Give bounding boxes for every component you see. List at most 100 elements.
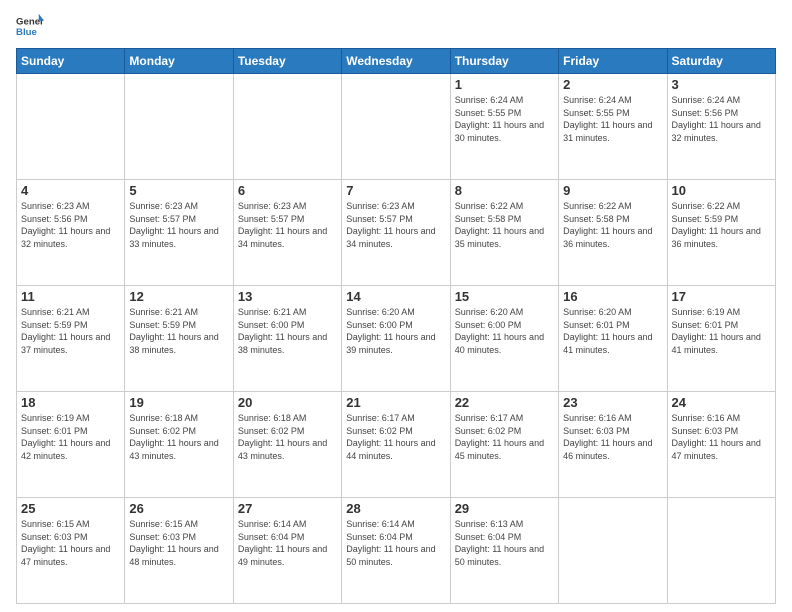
day-number: 26: [129, 501, 228, 516]
day-cell: 15 Sunrise: 6:20 AM Sunset: 6:00 PM Dayli…: [450, 286, 558, 392]
weekday-wednesday: Wednesday: [342, 49, 450, 74]
header: General Blue: [16, 12, 776, 40]
day-info: Sunrise: 6:20 AM Sunset: 6:01 PM Dayligh…: [563, 306, 662, 356]
day-number: 15: [455, 289, 554, 304]
day-cell: 9 Sunrise: 6:22 AM Sunset: 5:58 PM Daylig…: [559, 180, 667, 286]
day-cell: [342, 74, 450, 180]
day-number: 18: [21, 395, 120, 410]
day-number: 4: [21, 183, 120, 198]
weekday-friday: Friday: [559, 49, 667, 74]
day-cell: 11 Sunrise: 6:21 AM Sunset: 5:59 PM Dayli…: [17, 286, 125, 392]
day-info: Sunrise: 6:22 AM Sunset: 5:58 PM Dayligh…: [455, 200, 554, 250]
day-cell: 28 Sunrise: 6:14 AM Sunset: 6:04 PM Dayli…: [342, 498, 450, 604]
day-cell: 23 Sunrise: 6:16 AM Sunset: 6:03 PM Dayli…: [559, 392, 667, 498]
day-number: 2: [563, 77, 662, 92]
day-cell: 22 Sunrise: 6:17 AM Sunset: 6:02 PM Dayli…: [450, 392, 558, 498]
week-row-2: 4Sunrise: 6:23 AM Sunset: 5:56 PM Daylig…: [17, 180, 776, 286]
day-info: Sunrise: 6:17 AM Sunset: 6:02 PM Dayligh…: [346, 412, 445, 462]
day-cell: 20 Sunrise: 6:18 AM Sunset: 6:02 PM Dayli…: [233, 392, 341, 498]
day-number: 1: [455, 77, 554, 92]
day-number: 12: [129, 289, 228, 304]
day-info: Sunrise: 6:18 AM Sunset: 6:02 PM Dayligh…: [129, 412, 228, 462]
calendar-table: SundayMondayTuesdayWednesdayThursdayFrid…: [16, 48, 776, 604]
day-number: 27: [238, 501, 337, 516]
day-cell: 5 Sunrise: 6:23 AM Sunset: 5:57 PM Daylig…: [125, 180, 233, 286]
day-info: Sunrise: 6:15 AM Sunset: 6:03 PM Dayligh…: [129, 518, 228, 568]
day-info: Sunrise: 6:17 AM Sunset: 6:02 PM Dayligh…: [455, 412, 554, 462]
day-info: Sunrise: 6:24 AM Sunset: 5:55 PM Dayligh…: [563, 94, 662, 144]
day-cell: 24 Sunrise: 6:16 AM Sunset: 6:03 PM Dayli…: [667, 392, 775, 498]
day-info: Sunrise: 6:22 AM Sunset: 5:59 PM Dayligh…: [672, 200, 771, 250]
logo-icon: General Blue: [16, 12, 44, 40]
day-number: 6: [238, 183, 337, 198]
day-cell: 14Sunrise: 6:20 AM Sunset: 6:00 PM Dayli…: [342, 286, 450, 392]
svg-text:Blue: Blue: [16, 27, 37, 38]
day-info: Sunrise: 6:18 AM Sunset: 6:02 PM Dayligh…: [238, 412, 337, 462]
day-cell: 8 Sunrise: 6:22 AM Sunset: 5:58 PM Daylig…: [450, 180, 558, 286]
day-info: Sunrise: 6:23 AM Sunset: 5:57 PM Dayligh…: [129, 200, 228, 250]
day-number: 5: [129, 183, 228, 198]
day-number: 8: [455, 183, 554, 198]
weekday-tuesday: Tuesday: [233, 49, 341, 74]
weekday-thursday: Thursday: [450, 49, 558, 74]
weekday-sunday: Sunday: [17, 49, 125, 74]
day-info: Sunrise: 6:23 AM Sunset: 5:57 PM Dayligh…: [346, 200, 445, 250]
day-info: Sunrise: 6:14 AM Sunset: 6:04 PM Dayligh…: [238, 518, 337, 568]
day-number: 16: [563, 289, 662, 304]
day-cell: 2 Sunrise: 6:24 AM Sunset: 5:55 PM Daylig…: [559, 74, 667, 180]
day-info: Sunrise: 6:19 AM Sunset: 6:01 PM Dayligh…: [672, 306, 771, 356]
day-info: Sunrise: 6:20 AM Sunset: 6:00 PM Dayligh…: [455, 306, 554, 356]
day-cell: 6 Sunrise: 6:23 AM Sunset: 5:57 PM Daylig…: [233, 180, 341, 286]
day-cell: [125, 74, 233, 180]
day-cell: 3 Sunrise: 6:24 AM Sunset: 5:56 PM Daylig…: [667, 74, 775, 180]
weekday-saturday: Saturday: [667, 49, 775, 74]
day-number: 17: [672, 289, 771, 304]
day-number: 23: [563, 395, 662, 410]
day-number: 22: [455, 395, 554, 410]
day-info: Sunrise: 6:14 AM Sunset: 6:04 PM Dayligh…: [346, 518, 445, 568]
weekday-monday: Monday: [125, 49, 233, 74]
day-number: 3: [672, 77, 771, 92]
day-cell: 17 Sunrise: 6:19 AM Sunset: 6:01 PM Dayli…: [667, 286, 775, 392]
day-cell: 7 Sunrise: 6:23 AM Sunset: 5:57 PM Daylig…: [342, 180, 450, 286]
day-info: Sunrise: 6:13 AM Sunset: 6:04 PM Dayligh…: [455, 518, 554, 568]
week-row-4: 18Sunrise: 6:19 AM Sunset: 6:01 PM Dayli…: [17, 392, 776, 498]
day-number: 24: [672, 395, 771, 410]
day-number: 13: [238, 289, 337, 304]
day-info: Sunrise: 6:16 AM Sunset: 6:03 PM Dayligh…: [672, 412, 771, 462]
day-number: 28: [346, 501, 445, 516]
week-row-1: 1 Sunrise: 6:24 AM Sunset: 5:55 PM Daylig…: [17, 74, 776, 180]
day-info: Sunrise: 6:21 AM Sunset: 5:59 PM Dayligh…: [21, 306, 120, 356]
day-cell: 29 Sunrise: 6:13 AM Sunset: 6:04 PM Dayli…: [450, 498, 558, 604]
day-info: Sunrise: 6:24 AM Sunset: 5:55 PM Dayligh…: [455, 94, 554, 144]
day-cell: 27 Sunrise: 6:14 AM Sunset: 6:04 PM Dayli…: [233, 498, 341, 604]
day-cell: [559, 498, 667, 604]
day-number: 11: [21, 289, 120, 304]
day-number: 10: [672, 183, 771, 198]
logo: General Blue: [16, 12, 44, 40]
day-info: Sunrise: 6:24 AM Sunset: 5:56 PM Dayligh…: [672, 94, 771, 144]
day-info: Sunrise: 6:22 AM Sunset: 5:58 PM Dayligh…: [563, 200, 662, 250]
day-info: Sunrise: 6:20 AM Sunset: 6:00 PM Dayligh…: [346, 306, 445, 356]
day-cell: 16 Sunrise: 6:20 AM Sunset: 6:01 PM Dayli…: [559, 286, 667, 392]
day-cell: 12Sunrise: 6:21 AM Sunset: 5:59 PM Dayli…: [125, 286, 233, 392]
day-cell: [233, 74, 341, 180]
day-cell: 18Sunrise: 6:19 AM Sunset: 6:01 PM Dayli…: [17, 392, 125, 498]
day-cell: 10 Sunrise: 6:22 AM Sunset: 5:59 PM Dayli…: [667, 180, 775, 286]
day-number: 20: [238, 395, 337, 410]
day-info: Sunrise: 6:23 AM Sunset: 5:57 PM Dayligh…: [238, 200, 337, 250]
day-cell: [17, 74, 125, 180]
day-number: 7: [346, 183, 445, 198]
day-number: 9: [563, 183, 662, 198]
day-cell: 1 Sunrise: 6:24 AM Sunset: 5:55 PM Daylig…: [450, 74, 558, 180]
week-row-3: 11 Sunrise: 6:21 AM Sunset: 5:59 PM Dayli…: [17, 286, 776, 392]
page: General Blue SundayMondayTuesdayWednesda…: [0, 0, 792, 612]
day-cell: 21 Sunrise: 6:17 AM Sunset: 6:02 PM Dayli…: [342, 392, 450, 498]
day-cell: 13Sunrise: 6:21 AM Sunset: 6:00 PM Dayli…: [233, 286, 341, 392]
day-number: 29: [455, 501, 554, 516]
day-info: Sunrise: 6:16 AM Sunset: 6:03 PM Dayligh…: [563, 412, 662, 462]
day-cell: [667, 498, 775, 604]
day-cell: 4Sunrise: 6:23 AM Sunset: 5:56 PM Daylig…: [17, 180, 125, 286]
day-number: 21: [346, 395, 445, 410]
day-info: Sunrise: 6:15 AM Sunset: 6:03 PM Dayligh…: [21, 518, 120, 568]
